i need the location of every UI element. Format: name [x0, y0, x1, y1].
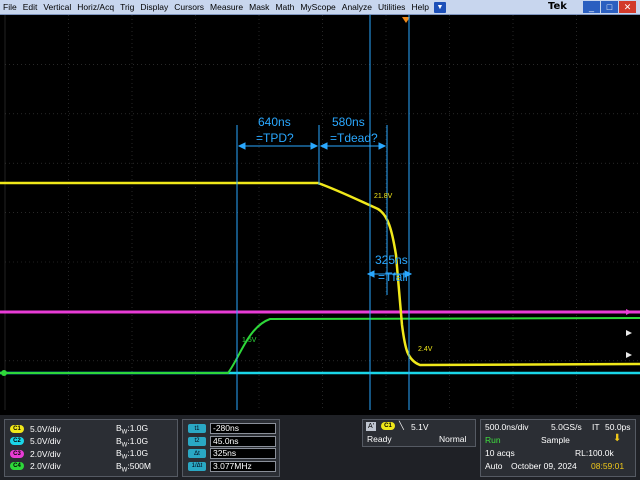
- channel-scale: 5.0V/div: [30, 423, 61, 434]
- channel-scale: 2.0V/div: [30, 448, 61, 459]
- auto-label: Auto: [485, 461, 503, 471]
- tpd-value: 640ns: [258, 115, 291, 129]
- c4-marker-icon: [626, 330, 632, 336]
- it-value: 50.0ps: [605, 422, 631, 432]
- channel-bandwidth: BW:500M: [116, 460, 151, 474]
- tdead-value: 580ns: [332, 115, 365, 129]
- acquisition-panel[interactable]: 500.0ns/div 5.0GS/s IT 50.0ps Run Sample…: [480, 419, 636, 477]
- menu-item-file[interactable]: File: [0, 0, 20, 14]
- channel-row-c2[interactable]: C2 5.0V/div: [10, 436, 61, 447]
- cursor-row[interactable]: t2 45.0ns: [188, 435, 276, 447]
- channel-bandwidth: BW:1.0G: [116, 435, 149, 449]
- cursor-badge: t1: [188, 424, 206, 433]
- cursor-badge: 1/Δt: [188, 461, 206, 471]
- run-status: Run: [485, 435, 501, 445]
- tfall-label: =Tfall: [378, 270, 408, 284]
- c3-marker-icon: [626, 309, 632, 315]
- tfall-value: 325ns: [375, 253, 408, 267]
- date: October 09, 2024: [511, 461, 577, 471]
- timebase: 500.0ns/div: [485, 422, 529, 432]
- record-length: RL:100.0k: [575, 448, 614, 458]
- status-panel: C1 5.0V/div BW:1.0G C2 5.0V/div BW:1.0G C3 2.0V…: [0, 415, 640, 480]
- menu-dropdown-icon[interactable]: ▼: [433, 1, 446, 13]
- acq-mode: Sample: [541, 435, 570, 445]
- bw-sub: W: [121, 467, 128, 474]
- channel-scale: 2.0V/div: [30, 461, 61, 471]
- cursor-readout-3: 2.4V: [418, 346, 433, 353]
- channel-bandwidth: BW:1.0G: [116, 423, 149, 436]
- channel-row-c3[interactable]: C3 2.0V/div: [10, 448, 61, 459]
- cursor-row[interactable]: 1/Δt 3.077MHz: [188, 460, 276, 472]
- waveform-display[interactable]: 640ns =TPD? 580ns =Tdead? 325ns =Tfall 2…: [0, 15, 640, 415]
- channel-scale: 5.0V/div: [30, 436, 61, 446]
- it-label: IT: [592, 422, 600, 432]
- channel-badge: C2: [10, 437, 24, 445]
- cursor-readout-1: 21.8V: [374, 193, 393, 200]
- brand-logo: Tek: [548, 1, 567, 12]
- acq-arrow-icon: ⬇: [613, 433, 622, 444]
- cursor-value: 3.077MHz: [210, 460, 276, 472]
- bw-value: 500M: [129, 460, 151, 471]
- trigger-panel[interactable]: A' C1 ╲ 5.1V Ready Normal: [362, 419, 476, 447]
- menu-item-utilities[interactable]: Utilities: [375, 0, 408, 14]
- trigger-state: Ready: [367, 434, 392, 444]
- menu-item-measure[interactable]: Measure: [207, 0, 246, 14]
- bw-value: 1.0G: [129, 448, 149, 458]
- ground-marker-icon: [1, 370, 7, 376]
- maximize-icon[interactable]: □: [601, 1, 618, 13]
- menu-item-edit[interactable]: Edit: [20, 0, 41, 14]
- trigger-slope-icon: ╲: [399, 421, 404, 430]
- cursor-value: 325ns: [210, 448, 276, 459]
- trigger-mode: Normal: [439, 434, 467, 444]
- cursor-row[interactable]: Δt 325ns: [188, 448, 276, 459]
- tpd-label: =TPD?: [256, 131, 294, 145]
- cursor-value: 45.0ns: [210, 435, 276, 447]
- c2-marker-icon: [626, 352, 632, 358]
- cursor-row[interactable]: t1 -280ns: [188, 423, 276, 434]
- grid-lines: [5, 15, 640, 410]
- menu-item-cursors[interactable]: Cursors: [171, 0, 207, 14]
- bw-value: 1.0G: [129, 435, 149, 446]
- cursor-badge: Δt: [188, 449, 206, 458]
- menu-item-help[interactable]: Help: [408, 0, 431, 14]
- trigger-source-badge: A': [366, 422, 376, 431]
- menu-item-vertical[interactable]: Vertical: [40, 0, 74, 14]
- acq-count: 10 acqs: [485, 448, 515, 458]
- menu-bar: File Edit Vertical Horiz/Acq Trig Display Curs…: [0, 0, 640, 15]
- minimize-icon[interactable]: _: [583, 1, 600, 13]
- trigger-channel-badge: C1: [381, 422, 395, 430]
- trigger-level: 5.1V: [411, 422, 429, 432]
- menu-item-math[interactable]: Math: [272, 0, 297, 14]
- bw-value: 1.0G: [129, 423, 149, 433]
- menu-item-myscope[interactable]: MyScope: [297, 0, 338, 14]
- menu-item-horiz-acq[interactable]: Horiz/Acq: [74, 0, 117, 14]
- cursor-value: -280ns: [210, 423, 276, 434]
- tdead-label: =Tdead?: [330, 131, 378, 145]
- menu-item-trig[interactable]: Trig: [117, 0, 137, 14]
- cursor-readout-2: 1.5V: [242, 337, 257, 344]
- channel-badge: C4: [10, 462, 24, 470]
- channel-row-c4[interactable]: C4 2.0V/div: [10, 461, 61, 472]
- menu-item-mask[interactable]: Mask: [246, 0, 272, 14]
- menu-item-display[interactable]: Display: [137, 0, 171, 14]
- close-icon[interactable]: ✕: [619, 1, 636, 13]
- channel-row-c1[interactable]: C1 5.0V/div: [10, 423, 61, 434]
- trace-c1: [0, 181, 640, 367]
- time: 08:59:01: [591, 461, 625, 471]
- channel-badge: C3: [10, 449, 24, 458]
- channel-bandwidth: BW:1.0G: [116, 448, 149, 461]
- channel-badge: C1: [10, 424, 24, 433]
- menu-item-analyze[interactable]: Analyze: [339, 0, 375, 14]
- cursor-badge: t2: [188, 436, 206, 446]
- sample-rate: 5.0GS/s: [551, 422, 582, 432]
